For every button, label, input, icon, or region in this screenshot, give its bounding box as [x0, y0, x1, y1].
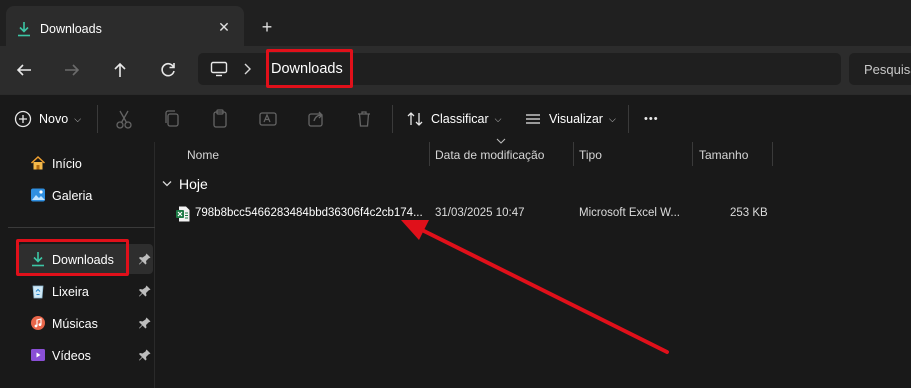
divider — [392, 105, 393, 133]
column-divider[interactable] — [573, 142, 574, 166]
excel-file-icon — [176, 206, 190, 222]
column-header-modified[interactable]: Data de modificação — [435, 148, 544, 162]
sort-icon — [407, 112, 423, 126]
gallery-icon — [31, 188, 45, 202]
group-label: Hoje — [179, 176, 208, 192]
recycle-bin-icon — [32, 285, 44, 299]
video-icon — [31, 349, 45, 361]
computer-icon — [210, 61, 228, 77]
divider — [97, 105, 98, 133]
sidebar-item-musicas[interactable]: Músicas — [18, 308, 153, 338]
forward-arrow-icon[interactable] — [60, 58, 84, 82]
sort-button[interactable]: Classificar ⌵ — [406, 107, 501, 131]
pin-icon[interactable] — [138, 252, 152, 266]
sidebar-item-label: Lixeira — [52, 285, 89, 299]
sidebar-item-lixeira[interactable]: Lixeira — [18, 276, 153, 306]
paste-icon[interactable] — [210, 107, 230, 131]
chevron-down-icon: ⌵ — [74, 113, 82, 124]
annotation-highlight-box — [16, 239, 129, 276]
command-bar: Novo ⌵ Classificar ⌵ Visualizar ⌵ ••• — [0, 94, 911, 142]
sidebar-item-videos[interactable]: Vídeos — [18, 340, 153, 370]
more-options-button[interactable]: ••• — [644, 107, 659, 131]
group-header-today[interactable]: Hoje — [162, 176, 208, 192]
sidebar-item-label: Músicas — [52, 317, 98, 331]
divider — [8, 227, 155, 228]
refresh-icon[interactable] — [156, 58, 180, 82]
column-divider[interactable] — [692, 142, 693, 166]
new-button[interactable]: Novo ⌵ — [14, 107, 81, 131]
column-header-size[interactable]: Tamanho — [699, 148, 748, 162]
file-name: 798b8bcc5466283484bbd36306f4c2cb174... — [195, 207, 423, 219]
title-bar: Downloads ✕ + — [0, 0, 911, 46]
column-divider[interactable] — [429, 142, 430, 166]
new-button-label: Novo — [39, 112, 69, 126]
file-list: Nome Data de modificação Tipo Tamanho Ho… — [156, 138, 911, 388]
column-header-type[interactable]: Tipo — [579, 148, 602, 162]
copy-icon[interactable] — [162, 107, 182, 131]
tab-downloads[interactable]: Downloads ✕ — [6, 6, 244, 46]
download-icon — [18, 22, 30, 37]
column-divider[interactable] — [772, 142, 773, 166]
pin-icon[interactable] — [138, 284, 152, 298]
sort-button-label: Classificar — [431, 112, 489, 126]
rename-icon[interactable] — [258, 107, 278, 131]
divider — [628, 105, 629, 133]
new-tab-button[interactable]: + — [256, 16, 278, 38]
tab-label: Downloads — [40, 22, 102, 36]
sidebar-item-inicio[interactable]: Início — [18, 148, 153, 178]
annotation-highlight-box — [266, 49, 353, 88]
sidebar-item-label: Vídeos — [52, 349, 91, 363]
table-row[interactable]: 798b8bcc5466283484bbd36306f4c2cb174... 3… — [170, 203, 790, 225]
sidebar-item-label: Galeria — [52, 189, 93, 203]
chevron-down-icon: ⌵ — [494, 113, 502, 124]
delete-icon[interactable] — [354, 107, 374, 131]
search-box[interactable]: Pesquisar — [849, 53, 911, 85]
sidebar-item-label: Início — [52, 157, 82, 171]
back-arrow-icon[interactable] — [12, 58, 36, 82]
view-button[interactable]: Visualizar ⌵ — [524, 107, 616, 131]
search-placeholder: Pesquisar — [864, 62, 911, 77]
navigation-bar: Downloads Pesquisar — [0, 46, 911, 94]
cut-icon[interactable] — [114, 107, 134, 131]
view-button-label: Visualizar — [549, 112, 603, 126]
sort-indicator-icon — [496, 138, 506, 144]
chevron-down-icon — [162, 181, 172, 187]
view-list-icon — [526, 114, 540, 124]
home-icon — [30, 155, 46, 170]
file-size: 253 KB — [730, 207, 768, 219]
file-modified: 31/03/2025 10:47 — [435, 207, 525, 219]
file-type: Microsoft Excel W... — [579, 207, 680, 219]
close-tab-button[interactable]: ✕ — [214, 17, 234, 37]
sidebar-item-galeria[interactable]: Galeria — [18, 180, 153, 210]
chevron-right-icon[interactable] — [242, 62, 252, 76]
pin-icon[interactable] — [138, 316, 152, 330]
plus-circle-icon — [14, 110, 32, 128]
up-arrow-icon[interactable] — [108, 58, 132, 82]
pin-icon[interactable] — [138, 348, 152, 362]
chevron-down-icon: ⌵ — [608, 113, 616, 124]
music-icon — [31, 316, 45, 330]
share-icon[interactable] — [306, 107, 326, 131]
column-header-name[interactable]: Nome — [187, 148, 219, 162]
